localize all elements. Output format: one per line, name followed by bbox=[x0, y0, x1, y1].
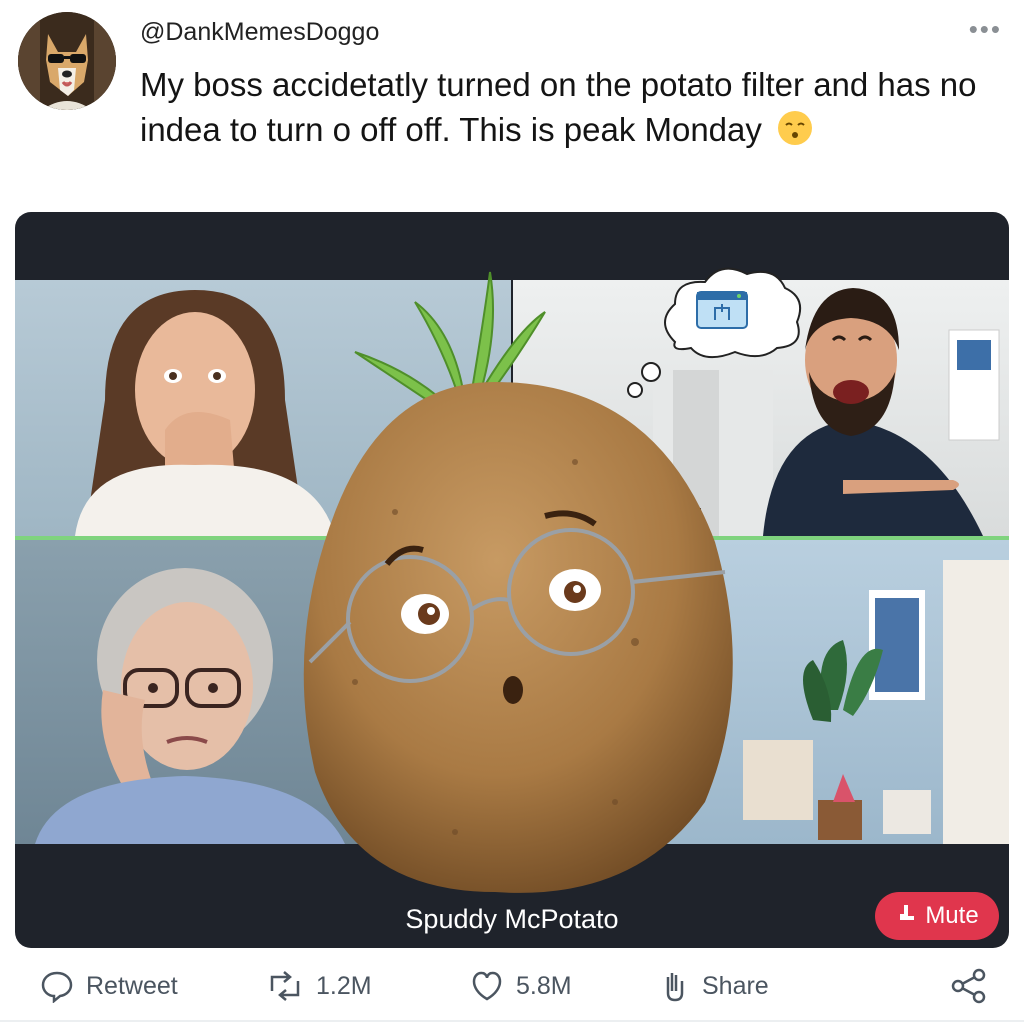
repost-count: 1.2M bbox=[316, 971, 372, 1000]
relieved-face-emoji-icon bbox=[776, 109, 814, 158]
living-room-image bbox=[743, 560, 1009, 844]
author-handle[interactable]: @DankMemesDoggo bbox=[140, 18, 379, 47]
share-label: Share bbox=[702, 971, 769, 1000]
participant-grid bbox=[15, 280, 1009, 844]
share-hand-icon bbox=[660, 969, 690, 1003]
share-network-button[interactable] bbox=[950, 958, 988, 1014]
participant-tile-woman[interactable] bbox=[15, 280, 511, 536]
hand-icon bbox=[895, 902, 917, 931]
more-horizontal-icon: ••• bbox=[968, 14, 1002, 44]
tweet-body: My boss accidetatly turned on the potato… bbox=[140, 66, 977, 148]
tweet-actions: Retweet 1.2M 5.8M Share bbox=[0, 958, 1024, 1014]
participant-tile-room[interactable] bbox=[513, 540, 1009, 844]
heart-icon bbox=[470, 970, 504, 1002]
participant-name-tag: rle bbox=[675, 508, 702, 527]
divider bbox=[0, 1020, 1024, 1022]
speech-bubble-icon bbox=[40, 969, 74, 1003]
retweet-label: Retweet bbox=[86, 971, 178, 1000]
avatar[interactable] bbox=[18, 12, 116, 110]
repost-arrows-icon bbox=[266, 971, 304, 1001]
share-button[interactable]: Share bbox=[660, 958, 769, 1014]
dog-with-sunglasses-avatar-icon bbox=[18, 12, 116, 110]
participant-tile-man[interactable] bbox=[513, 280, 1009, 536]
reply-button[interactable]: Retweet bbox=[40, 958, 178, 1014]
like-count: 5.8M bbox=[516, 971, 572, 1000]
laughing-man-image bbox=[653, 288, 1000, 536]
worried-older-woman-image bbox=[35, 568, 345, 844]
mute-button[interactable]: Mute bbox=[875, 892, 999, 940]
active-speaker-indicator bbox=[15, 536, 1009, 540]
participant-tile-older-woman[interactable] bbox=[15, 540, 511, 844]
like-button[interactable]: 5.8M bbox=[470, 958, 572, 1014]
more-options-button[interactable]: ••• bbox=[969, 14, 1002, 45]
video-call-media[interactable]: rle Spuddy McPotato Mute bbox=[15, 212, 1009, 948]
surprised-woman-image bbox=[75, 290, 335, 536]
mute-label: Mute bbox=[925, 902, 979, 929]
tweet-text: My boss accidetatly turned on the potato… bbox=[140, 62, 980, 158]
participant-name: Spuddy McPotato bbox=[405, 904, 619, 934]
repost-button[interactable]: 1.2M bbox=[266, 958, 372, 1014]
share-network-icon bbox=[950, 967, 988, 1005]
